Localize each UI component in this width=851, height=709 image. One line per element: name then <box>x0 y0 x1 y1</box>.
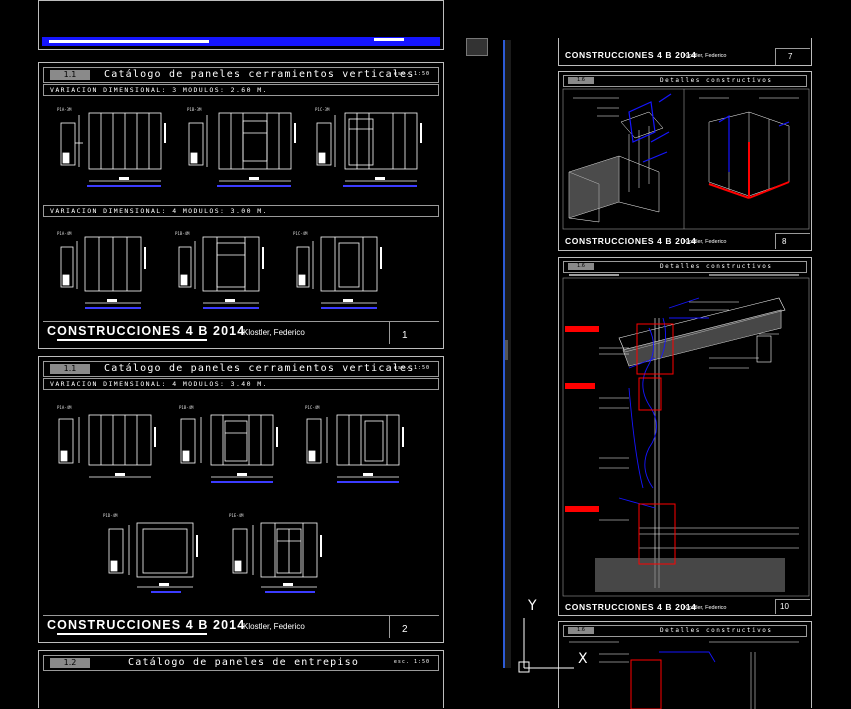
ucs-axis-icon <box>518 618 574 673</box>
ucs-y-label: Y <box>528 598 537 614</box>
ucs-x-label: X <box>578 651 588 667</box>
